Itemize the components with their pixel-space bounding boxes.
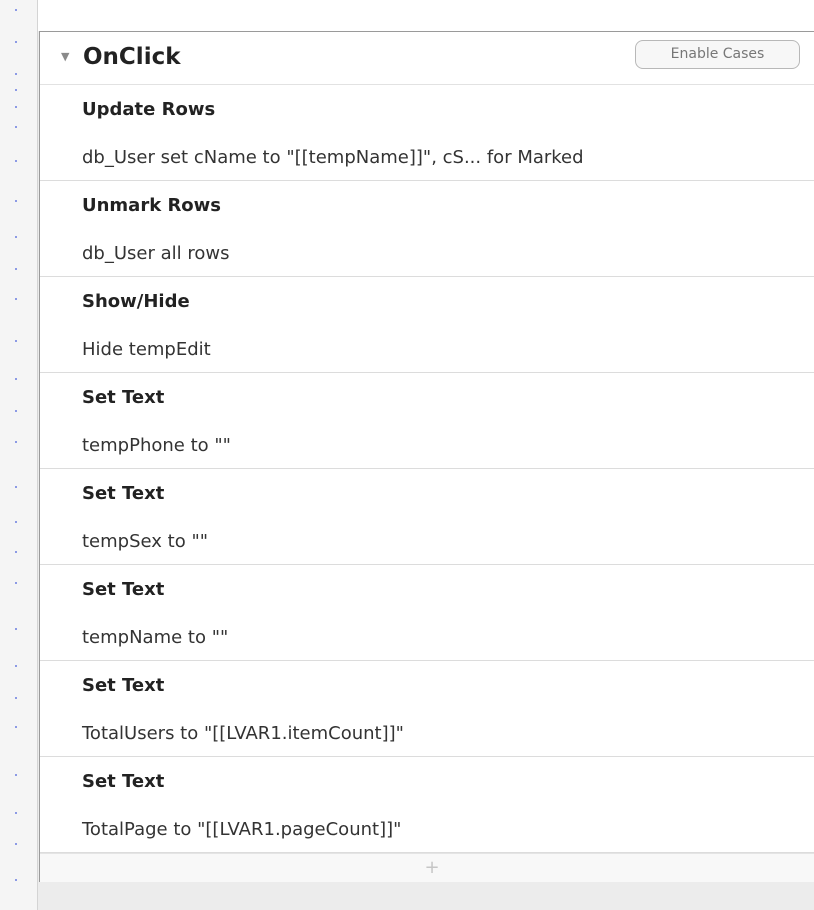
action-item[interactable]: Set Text TotalUsers to "[[LVAR1.itemCoun… — [40, 661, 814, 757]
action-title: Show/Hide — [82, 291, 190, 312]
action-description: tempSex to "" — [82, 531, 208, 552]
action-item[interactable]: Update Rows db_User set cName to "[[temp… — [40, 85, 814, 181]
action-title: Set Text — [82, 771, 165, 792]
ruler-tick — [15, 551, 17, 553]
ruler-tick — [15, 774, 17, 776]
ruler-tick — [15, 582, 17, 584]
event-title: OnClick — [83, 44, 181, 70]
action-description: tempName to "" — [82, 627, 229, 648]
ruler-tick — [15, 486, 17, 488]
action-title: Unmark Rows — [82, 195, 222, 216]
event-header-onclick[interactable]: ▼ OnClick Enable Cases — [40, 32, 814, 85]
action-description: db_User set cName to "[[tempName]]", cS.… — [82, 147, 584, 168]
ruler-tick — [15, 843, 17, 845]
action-description: TotalUsers to "[[LVAR1.itemCount]]" — [82, 723, 404, 744]
ruler-tick — [15, 89, 17, 91]
action-title: Set Text — [82, 675, 165, 696]
action-item[interactable]: Set Text tempName to "" — [40, 565, 814, 661]
ruler-tick — [15, 298, 17, 300]
ruler-tick — [15, 812, 17, 814]
ruler-tick — [15, 268, 17, 270]
ruler-tick — [15, 200, 17, 202]
action-item[interactable]: Set Text TotalPage to "[[LVAR1.pageCount… — [40, 757, 814, 853]
ruler-tick — [15, 879, 17, 881]
ruler-tick — [15, 441, 17, 443]
ruler-tick — [15, 726, 17, 728]
ruler-tick — [15, 9, 17, 11]
action-item[interactable]: Set Text tempSex to "" — [40, 469, 814, 565]
action-title: Set Text — [82, 579, 165, 600]
ruler-tick — [15, 697, 17, 699]
ruler-tick — [15, 73, 17, 75]
ruler-tick — [15, 106, 17, 108]
interactions-panel: ▼ OnClick Enable Cases Update Rows db_Us… — [39, 31, 814, 882]
ruler-tick — [15, 160, 17, 162]
action-title: Set Text — [82, 483, 165, 504]
add-action-button[interactable]: + — [40, 853, 814, 882]
triangle-down-icon[interactable]: ▼ — [61, 50, 69, 64]
action-item[interactable]: Set Text tempPhone to "" — [40, 373, 814, 469]
action-title: Update Rows — [82, 99, 216, 120]
action-description: tempPhone to "" — [82, 435, 231, 456]
action-description: db_User all rows — [82, 243, 230, 264]
action-list: Update Rows db_User set cName to "[[temp… — [40, 85, 814, 853]
ruler-tick — [15, 410, 17, 412]
action-description: Hide tempEdit — [82, 339, 211, 360]
enable-cases-button[interactable]: Enable Cases — [635, 40, 800, 69]
vertical-ruler — [0, 0, 38, 910]
ruler-tick — [15, 628, 17, 630]
ruler-tick — [15, 340, 17, 342]
action-title: Set Text — [82, 387, 165, 408]
ruler-tick — [15, 41, 17, 43]
ruler-tick — [15, 521, 17, 523]
action-item[interactable]: Show/Hide Hide tempEdit — [40, 277, 814, 373]
ruler-tick — [15, 236, 17, 238]
action-item[interactable]: Unmark Rows db_User all rows — [40, 181, 814, 277]
ruler-tick — [15, 665, 17, 667]
ruler-tick — [15, 378, 17, 380]
plus-icon: + — [424, 857, 440, 878]
action-description: TotalPage to "[[LVAR1.pageCount]]" — [82, 819, 402, 840]
canvas-top-strip — [38, 0, 814, 31]
ruler-tick — [15, 126, 17, 128]
